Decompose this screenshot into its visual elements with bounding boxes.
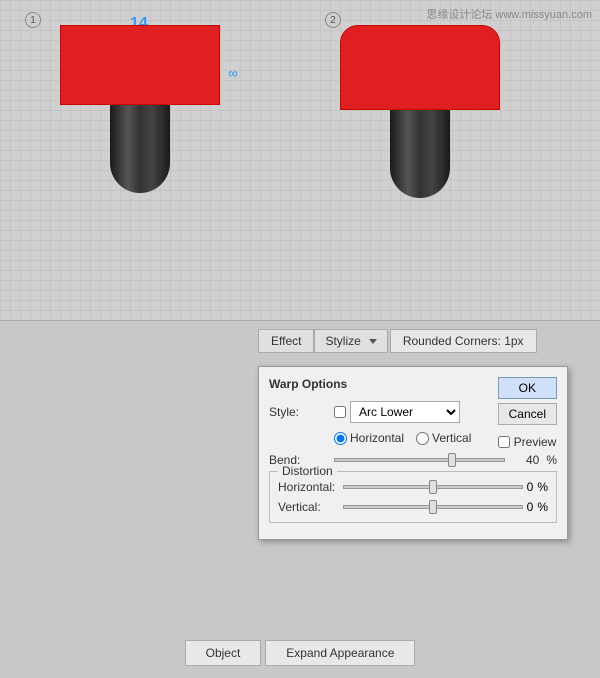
shape1-container — [60, 25, 220, 195]
rounded-corners-button[interactable]: Rounded Corners: 1px — [390, 329, 537, 353]
bottom-panel: Effect Stylize Rounded Corners: 1px Warp… — [0, 320, 600, 678]
vert-dist-percent: % — [537, 500, 548, 514]
preview-label: Preview — [514, 435, 557, 449]
link-icon: ∞ — [228, 65, 238, 81]
preview-checkbox[interactable] — [498, 436, 510, 448]
style-select[interactable]: Arc Lower — [350, 401, 460, 423]
canvas-label-2: 2 — [325, 12, 341, 28]
horiz-dist-percent: % — [537, 480, 548, 494]
shape1-pill — [110, 103, 170, 193]
warp-options-dialog: Warp Options OK Cancel Preview Style: Ar… — [258, 366, 568, 540]
cancel-button[interactable]: Cancel — [498, 403, 557, 425]
horiz-dist-slider[interactable] — [343, 485, 523, 489]
ok-button[interactable]: OK — [498, 377, 557, 399]
distortion-legend: Distortion — [278, 464, 337, 478]
stylize-button[interactable]: Stylize — [314, 329, 387, 353]
horiz-dist-row: Horizontal: 0 % — [278, 480, 548, 494]
distortion-group: Distortion Horizontal: 0 % Vertical: 0 % — [269, 471, 557, 523]
horizontal-radio[interactable] — [334, 432, 347, 445]
bend-percent: % — [546, 453, 557, 467]
bottom-buttons: Object Expand Appearance — [0, 640, 600, 666]
horizontal-radio-label[interactable]: Horizontal — [334, 431, 404, 445]
stylize-arrow-icon — [369, 339, 377, 344]
canvas-area: 思缘设计论坛 www.missyuan.com 1 2 14 ∞ — [0, 0, 600, 320]
vert-dist-row: Vertical: 0 % — [278, 500, 548, 514]
effect-button[interactable]: Effect — [258, 329, 314, 353]
bend-value: 40 — [509, 453, 539, 467]
vertical-radio[interactable] — [416, 432, 429, 445]
bend-slider[interactable] — [334, 458, 505, 462]
horiz-dist-label: Horizontal: — [278, 480, 343, 494]
vert-dist-label: Vertical: — [278, 500, 343, 514]
vertical-radio-label[interactable]: Vertical — [416, 431, 471, 445]
vert-dist-value: 0 — [527, 500, 534, 514]
horiz-dist-value: 0 — [527, 480, 534, 494]
preview-row: Preview — [498, 435, 557, 449]
dialog-buttons: OK Cancel Preview — [498, 377, 557, 449]
toolbar-row: Effect Stylize Rounded Corners: 1px — [0, 321, 600, 361]
expand-appearance-button[interactable]: Expand Appearance — [265, 640, 415, 666]
vert-dist-slider[interactable] — [343, 505, 523, 509]
shape1-rect — [60, 25, 220, 105]
shape2-rect — [340, 25, 500, 110]
watermark: 思缘设计论坛 www.missyuan.com — [426, 6, 592, 22]
object-button[interactable]: Object — [185, 640, 262, 666]
canvas-label-1: 1 — [25, 12, 41, 28]
style-checkbox[interactable] — [334, 406, 346, 418]
style-label: Style: — [269, 405, 334, 419]
shape2-pill — [390, 108, 450, 198]
shape2-container — [340, 25, 500, 200]
